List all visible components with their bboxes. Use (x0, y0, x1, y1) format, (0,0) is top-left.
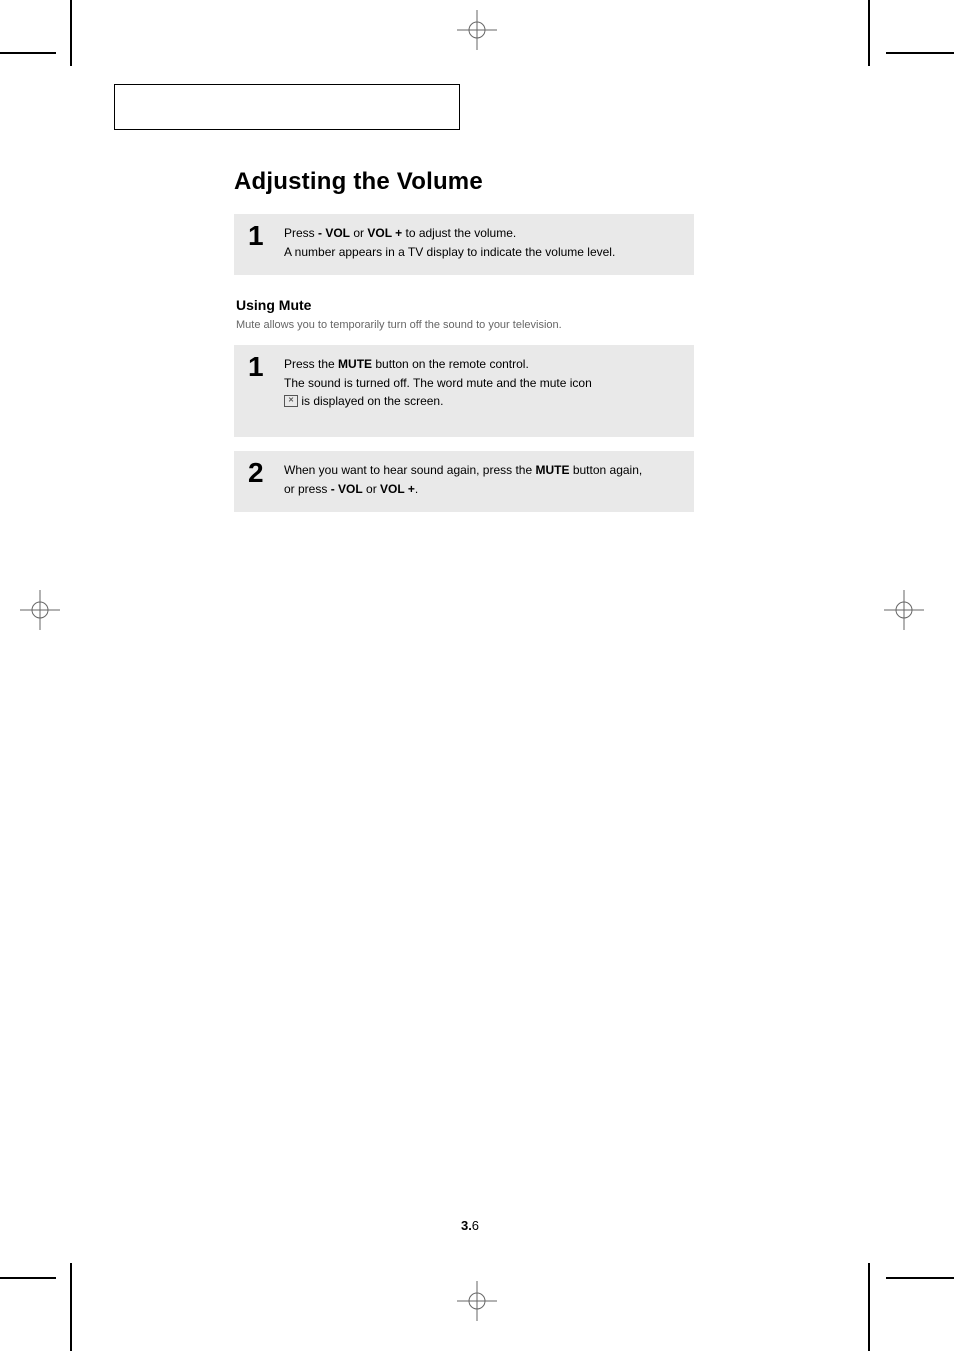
step-text: The sound is turned off. The word (284, 376, 466, 390)
subsection-desc: Mute allows you to temporarily turn off … (236, 319, 694, 331)
page-number: 3.6 (461, 1218, 479, 1233)
step-text: or (363, 482, 380, 496)
step-number: 1 (248, 351, 264, 383)
crop-mark (0, 52, 56, 54)
page-number-value: 6 (472, 1218, 479, 1233)
step-text: button again, (570, 463, 643, 477)
chapter-number: 3. (461, 1218, 472, 1233)
step-text: When you want to hear sound again, press… (284, 463, 536, 477)
step-text: Press (284, 226, 318, 240)
chapter-header-box (114, 84, 460, 130)
registration-mark-icon (457, 1281, 497, 1321)
crop-mark (886, 52, 954, 54)
step-text: A number appears in a TV display to indi… (284, 245, 615, 259)
crop-mark (868, 0, 870, 66)
step-text: or press (284, 482, 331, 496)
crop-mark (868, 1263, 870, 1351)
step-number: 1 (248, 220, 264, 252)
step-number: 2 (248, 457, 264, 489)
content-area: Adjusting the Volume 1 Press - VOL or VO… (234, 168, 694, 526)
crop-mark (0, 1277, 56, 1279)
crop-mark (886, 1277, 954, 1279)
step-body: Press the MUTE button on the remote cont… (284, 355, 680, 411)
vol-minus-label: - VOL (331, 482, 363, 496)
mute-icon: ✕ (284, 395, 298, 407)
step-text: is displayed on the screen. (298, 394, 443, 408)
section-title: Adjusting the Volume (234, 168, 694, 196)
step-text: and the mute icon (493, 376, 592, 390)
registration-mark-icon (20, 590, 60, 630)
subsection-title: Using Mute (236, 297, 694, 313)
step-block: 2 When you want to hear sound again, pre… (234, 451, 694, 512)
registration-mark-icon (457, 10, 497, 50)
vol-minus-label: - VOL (318, 226, 350, 240)
mute-button-label: MUTE (338, 357, 372, 371)
vol-plus-label: VOL + (367, 226, 402, 240)
page-area: Adjusting the Volume 1 Press - VOL or VO… (72, 52, 868, 1277)
step-body: Press - VOL or VOL + to adjust the volum… (284, 224, 680, 261)
step-text: mute (466, 376, 493, 390)
step-text: Press the (284, 357, 338, 371)
step-text: to adjust the volume. (402, 226, 516, 240)
step-text: button on the remote control. (372, 357, 529, 371)
step-text: . (415, 482, 418, 496)
registration-mark-icon (884, 590, 924, 630)
step-text: or (350, 226, 367, 240)
step-body: When you want to hear sound again, press… (284, 461, 680, 498)
mute-button-label: MUTE (536, 463, 570, 477)
step-block: 1 Press the MUTE button on the remote co… (234, 345, 694, 437)
vol-plus-label: VOL + (380, 482, 415, 496)
step-block: 1 Press - VOL or VOL + to adjust the vol… (234, 214, 694, 275)
